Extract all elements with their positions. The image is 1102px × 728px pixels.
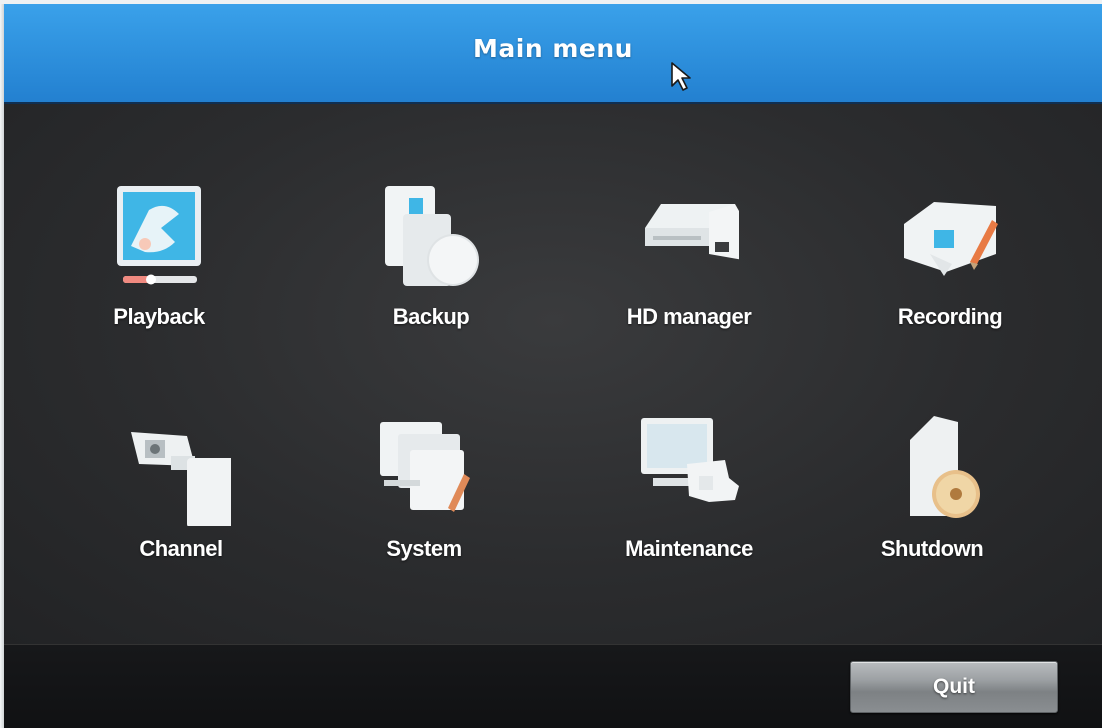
menu-label-shutdown: Shutdown — [880, 536, 984, 561]
menu-item-playback[interactable]: Playback — [69, 184, 249, 384]
menu-grid: Playback Backup HD manager Recording Cha… — [4, 104, 1102, 644]
menu-item-maintenance[interactable]: Maintenance — [599, 416, 779, 616]
system-settings-icon — [380, 422, 470, 512]
menu-label-system: System — [386, 536, 462, 561]
menu-label-recording: Recording — [897, 304, 1003, 329]
menu-label-maintenance: Maintenance — [625, 536, 753, 561]
shutdown-icon — [910, 416, 980, 518]
menu-label-hd-manager: HD manager — [626, 304, 752, 329]
menu-label-channel: Channel — [139, 536, 223, 561]
main-menu-window: Main menu Playback Backup HD manager Rec… — [4, 4, 1102, 728]
recording-camera-icon — [904, 202, 998, 276]
maintenance-icon — [641, 418, 739, 502]
menu-label-playback: Playback — [113, 304, 205, 329]
window-title: Main menu — [473, 34, 633, 63]
menu-item-hd-manager[interactable]: HD manager — [599, 184, 779, 384]
playback-monitor-icon — [117, 186, 201, 285]
mouse-pointer-icon — [671, 62, 691, 91]
quit-button[interactable]: Quit — [850, 661, 1058, 713]
footer-bar: Quit — [4, 644, 1102, 728]
camera-channel-icon — [131, 432, 231, 526]
menu-item-backup[interactable]: Backup — [341, 184, 521, 384]
menu-item-channel[interactable]: Channel — [91, 416, 271, 616]
menu-label-backup: Backup — [392, 304, 470, 329]
menu-item-recording[interactable]: Recording — [860, 184, 1040, 384]
menu-item-shutdown[interactable]: Shutdown — [842, 416, 1022, 616]
menu-item-system[interactable]: System — [334, 416, 514, 616]
title-bar: Main menu — [4, 4, 1102, 104]
backup-disc-icon — [385, 186, 479, 286]
hard-drive-icon — [645, 204, 739, 260]
